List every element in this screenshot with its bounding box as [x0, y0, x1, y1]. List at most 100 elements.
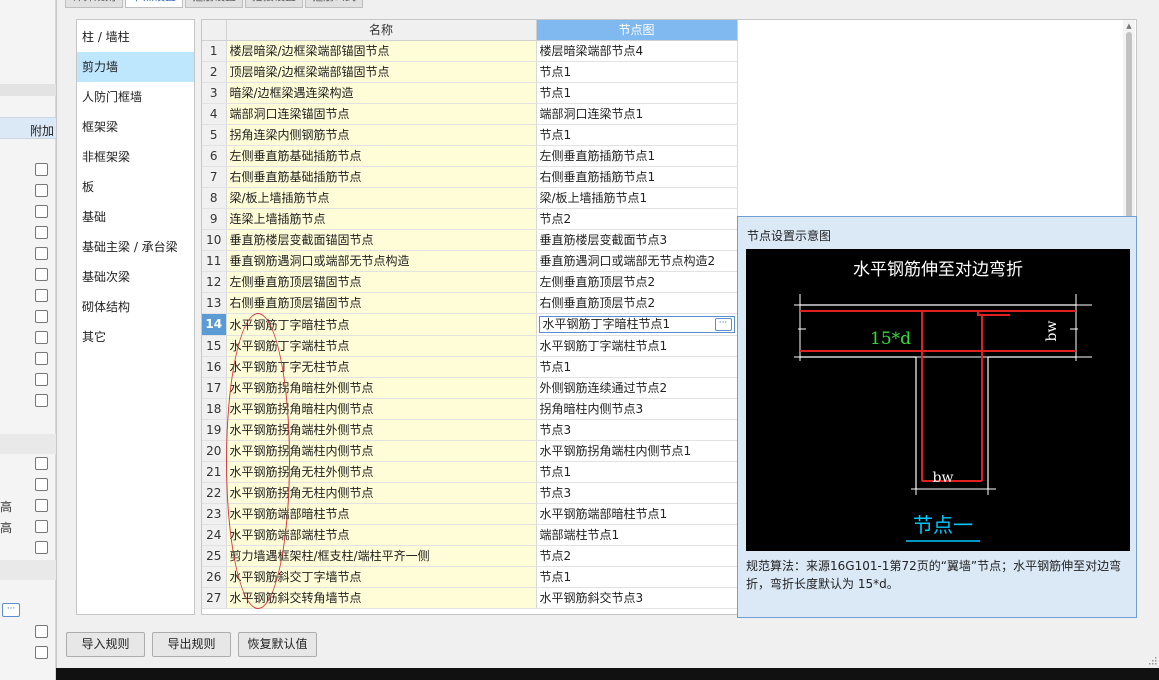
row-number[interactable]: 20	[202, 440, 227, 462]
row-number[interactable]: 25	[202, 545, 227, 567]
table-row[interactable]: 4 端部洞口连梁锚固节点 端部洞口连梁节点1	[202, 103, 1125, 125]
node-cell[interactable]: 水平钢筋端部暗柱节点1	[536, 503, 738, 525]
name-cell[interactable]: 垂直钢筋遇洞口或端部无节点构造	[226, 250, 537, 272]
row-number[interactable]: 4	[202, 103, 227, 125]
name-cell[interactable]: 水平钢筋端部暗柱节点	[226, 503, 537, 525]
bg-checkbox[interactable]	[35, 184, 48, 197]
name-cell[interactable]: 水平钢筋丁字无柱节点	[226, 356, 537, 378]
bg-checkbox[interactable]	[35, 520, 48, 533]
row-number[interactable]: 10	[202, 229, 227, 251]
bg-checkbox[interactable]	[35, 310, 48, 323]
name-cell[interactable]: 右侧垂直筋基础插筋节点	[226, 166, 537, 188]
category-foundation[interactable]: 基础	[77, 202, 194, 232]
bg-checkbox[interactable]	[35, 373, 48, 386]
row-number[interactable]: 5	[202, 124, 227, 146]
row-number[interactable]: 3	[202, 82, 227, 104]
row-number[interactable]: 1	[202, 40, 227, 62]
node-cell[interactable]: 左侧垂直筋顶层节点2	[536, 271, 738, 293]
node-cell[interactable]: 左侧垂直筋插筋节点1	[536, 145, 738, 167]
tab-calc-rules[interactable]: 计算规则	[65, 0, 123, 8]
row-number[interactable]: 7	[202, 166, 227, 188]
bg-checkbox[interactable]	[35, 457, 48, 470]
node-cell[interactable]: 节点1	[536, 82, 738, 104]
name-cell[interactable]: 水平钢筋拐角无柱内侧节点	[226, 482, 537, 504]
bg-checkbox[interactable]	[35, 541, 48, 554]
bg-checkbox[interactable]	[35, 163, 48, 176]
node-cell[interactable]: 节点3	[536, 482, 738, 504]
name-cell[interactable]: 拐角连梁内侧钢筋节点	[226, 124, 537, 146]
node-cell[interactable]: 节点1	[536, 356, 738, 378]
table-row[interactable]: 3 暗梁/边框梁遇连梁构造 节点1	[202, 82, 1125, 104]
row-number[interactable]: 9	[202, 208, 227, 230]
name-cell[interactable]: 水平钢筋斜交转角墙节点	[226, 587, 537, 609]
row-number[interactable]: 14	[202, 313, 227, 336]
node-cell[interactable]: 垂直筋遇洞口或端部无节点构造2	[536, 250, 738, 272]
node-cell[interactable]: 端部洞口连梁节点1	[536, 103, 738, 125]
bg-checkbox[interactable]	[35, 499, 48, 512]
row-number[interactable]: 16	[202, 356, 227, 378]
row-number[interactable]: 18	[202, 398, 227, 420]
table-row[interactable]: 2 顶层暗梁/边框梁端部锚固节点 节点1	[202, 61, 1125, 83]
category-other[interactable]: 其它	[77, 322, 194, 352]
bg-checkbox[interactable]	[35, 478, 48, 491]
name-cell[interactable]: 水平钢筋拐角暗柱内侧节点	[226, 398, 537, 420]
name-cell[interactable]: 左侧垂直筋基础插筋节点	[226, 145, 537, 167]
import-rules-button[interactable]: 导入规则	[66, 632, 145, 657]
node-cell[interactable]: 节点1	[536, 124, 738, 146]
category-masonry[interactable]: 砌体结构	[77, 292, 194, 322]
bg-checkbox[interactable]	[35, 394, 48, 407]
row-number[interactable]: 8	[202, 187, 227, 209]
bg-checkbox[interactable]	[35, 352, 48, 365]
export-rules-button[interactable]: 导出规则	[152, 632, 231, 657]
table-row[interactable]: 7 右侧垂直筋基础插筋节点 右侧垂直筋插筋节点1	[202, 166, 1125, 188]
table-row[interactable]: 6 左侧垂直筋基础插筋节点 左侧垂直筋插筋节点1	[202, 145, 1125, 167]
bg-checkbox[interactable]	[35, 331, 48, 344]
node-cell[interactable]: 端部端柱节点1	[536, 524, 738, 546]
restore-defaults-button[interactable]: 恢复默认值	[238, 632, 317, 657]
row-number[interactable]: 6	[202, 145, 227, 167]
row-number[interactable]: 21	[202, 461, 227, 483]
name-cell[interactable]: 水平钢筋丁字端柱节点	[226, 335, 537, 357]
name-cell[interactable]: 右侧垂直筋顶层锚固节点	[226, 292, 537, 314]
bg-checkbox[interactable]	[35, 268, 48, 281]
row-number[interactable]: 13	[202, 292, 227, 314]
resize-grip-icon[interactable]	[1148, 656, 1157, 665]
ellipsis-icon[interactable]: ···	[714, 317, 732, 331]
node-cell[interactable]: 垂直筋楼层变截面节点3	[536, 229, 738, 251]
row-number[interactable]: 27	[202, 587, 227, 609]
node-cell[interactable]: 楼层暗梁端部节点4	[536, 40, 738, 62]
category-shear-wall[interactable]: 剪力墙	[77, 52, 194, 82]
node-cell[interactable]: 节点2	[536, 208, 738, 230]
table-row[interactable]: 1 楼层暗梁/边框梁端部锚固节点 楼层暗梁端部节点4	[202, 40, 1125, 62]
bg-checkbox[interactable]	[35, 226, 48, 239]
category-column-wallcolumn[interactable]: 柱 / 墙柱	[77, 22, 194, 52]
category-foundation-secondary-beam[interactable]: 基础次梁	[77, 262, 194, 292]
name-cell[interactable]: 端部洞口连梁锚固节点	[226, 103, 537, 125]
node-cell[interactable]: 右侧垂直筋插筋节点1	[536, 166, 738, 188]
bg-checkbox[interactable]	[35, 205, 48, 218]
node-cell[interactable]: 水平钢筋丁字暗柱节点1 ···	[536, 313, 738, 336]
row-number[interactable]: 17	[202, 377, 227, 399]
bg-checkbox[interactable]	[35, 247, 48, 260]
name-cell[interactable]: 水平钢筋斜交丁字墙节点	[226, 566, 537, 588]
node-cell[interactable]: 水平钢筋拐角端柱内侧节点1	[536, 440, 738, 462]
node-cell[interactable]: 节点1	[536, 61, 738, 83]
tab-stirrup-settings[interactable]: 箍筋设置	[185, 0, 243, 8]
name-cell[interactable]: 暗梁/边框梁遇连梁构造	[226, 82, 537, 104]
row-number[interactable]: 24	[202, 524, 227, 546]
category-frame-beam[interactable]: 框架梁	[77, 112, 194, 142]
node-cell[interactable]: 梁/板上墙插筋节点1	[536, 187, 738, 209]
name-cell[interactable]: 水平钢筋拐角无柱外侧节点	[226, 461, 537, 483]
node-cell[interactable]: 节点1	[536, 566, 738, 588]
node-cell[interactable]: 外侧钢筋连续通过节点2	[536, 377, 738, 399]
row-number[interactable]: 23	[202, 503, 227, 525]
row-number[interactable]: 19	[202, 419, 227, 441]
name-cell[interactable]: 水平钢筋拐角端柱内侧节点	[226, 440, 537, 462]
node-cell[interactable]: 节点3	[536, 419, 738, 441]
category-foundation-main-beam[interactable]: 基础主梁 / 承台梁	[77, 232, 194, 262]
tab-lap-settings[interactable]: 搭接设置	[245, 0, 303, 8]
name-cell[interactable]: 连梁上墙插筋节点	[226, 208, 537, 230]
name-cell[interactable]: 垂直筋楼层变截面锚固节点	[226, 229, 537, 251]
name-cell[interactable]: 水平钢筋拐角暗柱外侧节点	[226, 377, 537, 399]
name-cell[interactable]: 水平钢筋丁字暗柱节点	[226, 313, 537, 336]
